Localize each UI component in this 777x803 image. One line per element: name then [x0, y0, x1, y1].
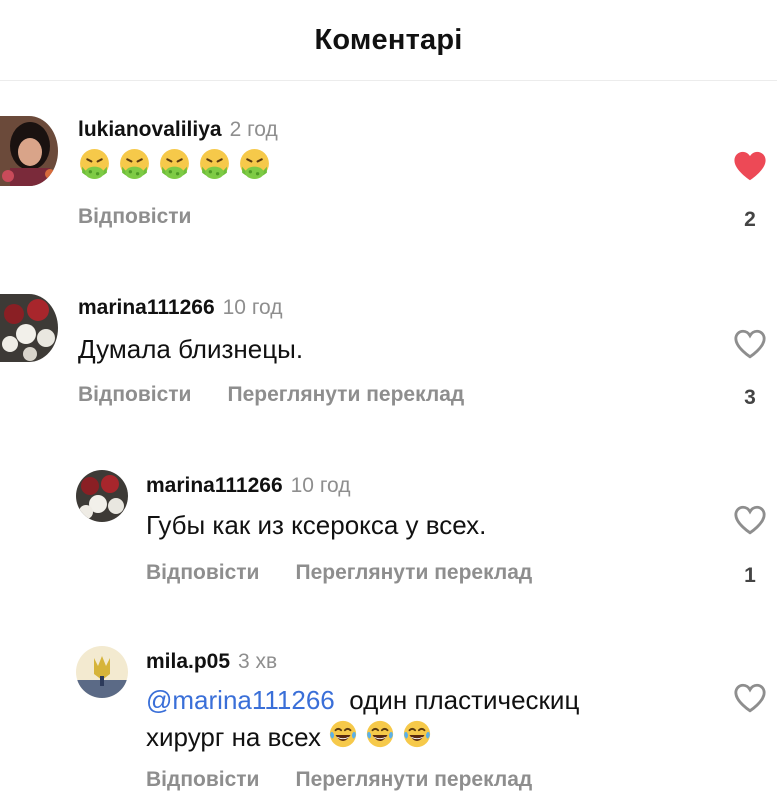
reply-button[interactable]: Відповісти	[146, 561, 259, 584]
reply-button[interactable]: Відповісти	[146, 768, 259, 791]
comment-meta: mila.p05 3 хв	[146, 650, 277, 674]
tears-of-joy-emoji	[402, 719, 432, 759]
like-count: 3	[744, 386, 756, 409]
comment-meta: marina111266 10 год	[146, 474, 351, 498]
heart-filled-icon	[734, 151, 766, 181]
see-translation-button[interactable]: Переглянути переклад	[295, 561, 532, 584]
tears-of-joy-emoji	[328, 719, 358, 759]
username[interactable]: lukianovaliliya	[78, 118, 222, 141]
reply-button[interactable]: Відповісти	[78, 383, 191, 406]
username[interactable]: mila.p05	[146, 650, 230, 673]
timestamp: 3 хв	[238, 650, 278, 673]
timestamp: 10 год	[290, 474, 351, 497]
comment-meta: marina111266 10 год	[78, 296, 283, 320]
like-button[interactable]	[733, 682, 767, 714]
like-count: 1	[744, 564, 756, 587]
user-mention-link[interactable]: @marina111266	[146, 685, 335, 715]
nauseated-face-emoji	[118, 148, 151, 191]
heart-outline-icon	[734, 505, 766, 535]
like-button[interactable]	[733, 504, 767, 536]
heart-outline-icon	[734, 329, 766, 359]
username[interactable]: marina111266	[146, 474, 283, 497]
comment-text-line: хирург на всех	[146, 722, 322, 752]
comment-text	[78, 148, 278, 191]
comment-actions: Відповісти Переглянути переклад	[78, 383, 464, 407]
comment-actions: Відповісти Переглянути переклад	[146, 561, 532, 585]
avatar-flowers-icon	[76, 470, 128, 522]
comment-text: Думала близнецы.	[78, 334, 304, 364]
nauseated-face-emoji	[78, 148, 111, 191]
comment-text: хирург на всех	[146, 718, 439, 759]
timestamp: 2 год	[229, 118, 278, 141]
timestamp: 10 год	[222, 296, 283, 319]
comment-meta: lukianovaliliya 2 год	[78, 118, 278, 142]
see-translation-button[interactable]: Переглянути переклад	[227, 383, 464, 406]
avatar[interactable]	[76, 470, 128, 522]
comment-actions: Відповісти Переглянути переклад	[146, 768, 532, 792]
see-translation-button[interactable]: Переглянути переклад	[295, 768, 532, 791]
avatar-trident-icon	[76, 646, 128, 698]
like-count: 2	[744, 208, 756, 231]
username[interactable]: marina111266	[78, 296, 215, 319]
avatar[interactable]	[0, 116, 58, 186]
avatar[interactable]	[76, 646, 128, 698]
nauseated-face-emoji	[158, 148, 191, 191]
avatar-flowers-icon	[0, 294, 58, 362]
nauseated-face-emoji	[198, 148, 231, 191]
heart-outline-icon	[734, 683, 766, 713]
page-title: Коментарі	[314, 23, 463, 56]
like-button[interactable]	[733, 328, 767, 360]
nauseated-face-emoji	[238, 148, 271, 191]
avatar-photo-icon	[0, 116, 58, 186]
comments-header: Коментарі	[0, 0, 777, 81]
comment-text: @marina111266 один пластическиц	[146, 681, 579, 719]
like-button[interactable]	[733, 150, 767, 182]
tears-of-joy-emoji	[365, 719, 395, 759]
comment-actions: Відповісти	[78, 205, 191, 229]
avatar[interactable]	[0, 294, 58, 362]
reply-button[interactable]: Відповісти	[78, 205, 191, 228]
comment-text-line: один пластическиц	[349, 685, 580, 715]
comment-text: Губы как из ксерокса у всех.	[146, 510, 487, 540]
